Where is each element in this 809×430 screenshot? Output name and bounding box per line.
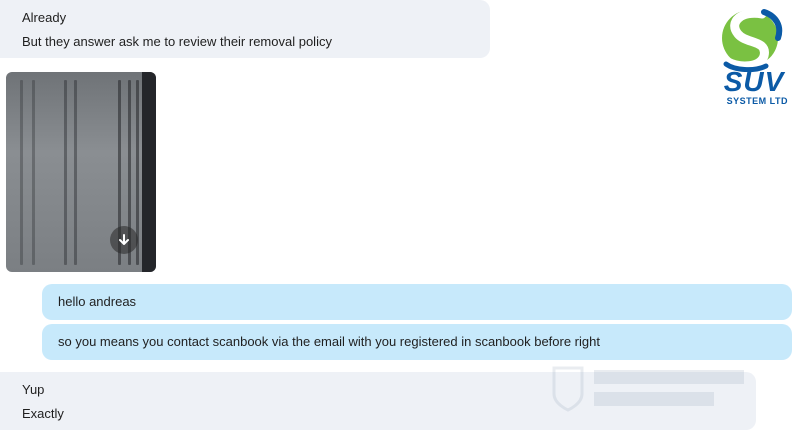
photo-text-line	[74, 80, 77, 265]
outgoing-message-bubble: hello andreas	[42, 284, 792, 320]
incoming-message-bubble: Already But they answer ask me to review…	[0, 0, 490, 58]
message-text: Yup	[22, 382, 45, 397]
logo-subtitle: SYSTEM LTD	[726, 96, 788, 106]
message-text: Already	[22, 10, 67, 25]
download-button[interactable]	[110, 226, 138, 254]
download-arrow-icon	[119, 234, 129, 245]
photo-text-line	[32, 80, 35, 265]
photo-text-line	[20, 80, 23, 265]
photo-text-line	[64, 80, 67, 265]
message-text: Exactly	[22, 406, 64, 421]
photo-shadow	[142, 72, 156, 272]
background-watermark	[548, 364, 758, 414]
watermark-shield-icon	[552, 366, 744, 412]
logo-brand-text: SUV	[723, 66, 785, 97]
logo-emblem-icon	[722, 8, 783, 72]
message-text: hello andreas	[58, 294, 137, 309]
suv-system-logo: SUV SYSTEM LTD	[706, 8, 802, 108]
message-text: But they answer ask me to review their r…	[22, 34, 332, 49]
message-text: so you means you contact scanbook via th…	[58, 334, 600, 349]
outgoing-message-bubble: so you means you contact scanbook via th…	[42, 324, 792, 360]
